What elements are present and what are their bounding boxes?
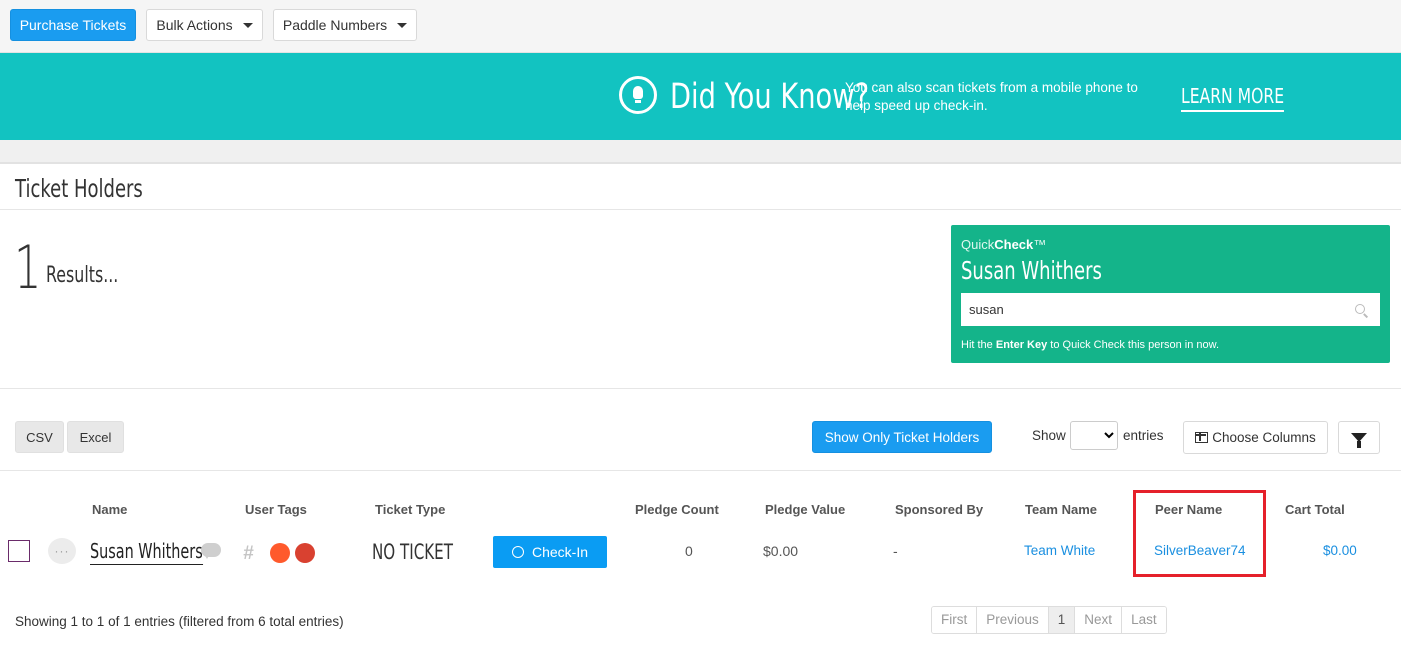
entries-select[interactable] [1070,421,1118,450]
team-name-link[interactable]: Team White [1024,543,1095,558]
sponsored-by-value: - [893,543,898,559]
pager-last[interactable]: Last [1122,607,1166,633]
quickcheck-search-input[interactable] [961,293,1380,326]
bulk-actions-dropdown[interactable]: Bulk Actions [146,9,263,41]
column-header-sponsored-by[interactable]: Sponsored By [895,502,983,517]
column-header-user-tags[interactable]: User Tags [245,502,307,517]
ticket-holder-name-link[interactable]: Susan Whithers [90,539,203,565]
page-title: Ticket Holders [15,174,143,203]
entries-label: entries [1123,428,1164,443]
divider [0,388,1401,389]
peer-name-highlight-box [1133,490,1266,577]
caret-down-icon [397,22,408,28]
section-divider [0,140,1401,164]
quickcheck-label: QuickCheck™ [961,237,1047,252]
column-header-team-name[interactable]: Team Name [1025,502,1097,517]
banner-text: You can also scan tickets from a mobile … [845,80,1138,113]
filter-button[interactable] [1338,421,1380,454]
results-count: 1 [14,233,42,303]
divider [0,470,1401,471]
csv-export-button[interactable]: CSV [15,421,64,453]
pledge-count-value: 0 [685,543,693,559]
excel-export-button[interactable]: Excel [67,421,124,453]
bulk-actions-label: Bulk Actions [156,17,233,33]
pager-first[interactable]: First [932,607,978,633]
quickcheck-panel: QuickCheck™ Susan Whithers Hit the Enter… [951,225,1390,363]
check-in-button[interactable]: Check-In [493,536,607,568]
show-only-label: Show Only Ticket Holders [824,429,980,445]
quickcheck-hint: Hit the Enter Key to Quick Check this pe… [961,339,1220,351]
circle-icon [511,546,524,558]
purchase-tickets-button[interactable]: Purchase Tickets [10,9,136,41]
show-label: Show [1032,428,1066,443]
user-tag-dot[interactable] [295,543,315,563]
divider [0,209,1401,210]
check-in-label: Check-In [531,544,589,560]
pager-next[interactable]: Next [1075,607,1123,633]
show-only-ticket-holders-button[interactable]: Show Only Ticket Holders [812,421,992,453]
column-header-pledge-count[interactable]: Pledge Count [635,502,719,517]
column-header-ticket-type[interactable]: Ticket Type [375,502,445,517]
row-checkbox[interactable] [8,540,30,562]
csv-label: CSV [26,429,53,445]
entries-info: Showing 1 to 1 of 1 entries (filtered fr… [15,614,344,629]
caret-down-icon [242,22,253,28]
more-options-icon[interactable]: ··· [48,538,76,564]
choose-columns-button[interactable]: Choose Columns [1183,421,1328,454]
learn-more-link[interactable]: LEARN MORE [1181,84,1285,112]
user-tag-dot[interactable] [270,543,290,563]
column-header-cart-total[interactable]: Cart Total [1285,502,1345,517]
pledge-value-value: $0.00 [763,543,799,559]
results-label: Results... [46,263,119,288]
filter-icon [1351,433,1367,448]
quickcheck-person-name: Susan Whithers [961,256,1102,285]
did-you-know-banner: Did You Know? You can also scan tickets … [0,53,1401,140]
banner-headline: Did You Know? [670,77,870,117]
choose-columns-label: Choose Columns [1212,430,1316,445]
columns-icon [1195,432,1209,443]
paddle-numbers-dropdown[interactable]: Paddle Numbers [273,9,417,41]
add-tag-icon[interactable]: # [243,543,254,565]
paddle-numbers-label: Paddle Numbers [282,17,388,33]
pager-previous[interactable]: Previous [977,607,1049,633]
purchase-tickets-label: Purchase Tickets [19,17,127,33]
lightbulb-icon [619,76,657,114]
ticket-type-value: NO TICKET [372,540,453,564]
cart-total-link[interactable]: $0.00 [1323,543,1357,558]
comment-icon[interactable] [201,543,221,559]
pager-page-1[interactable]: 1 [1048,607,1076,633]
column-header-name[interactable]: Name [92,502,127,517]
excel-label: Excel [79,429,112,445]
top-toolbar: Purchase Tickets Bulk Actions Paddle Num… [0,0,1401,53]
search-icon[interactable] [1355,304,1365,314]
column-header-pledge-value[interactable]: Pledge Value [765,502,845,517]
pagination: First Previous 1 Next Last [931,606,1167,634]
